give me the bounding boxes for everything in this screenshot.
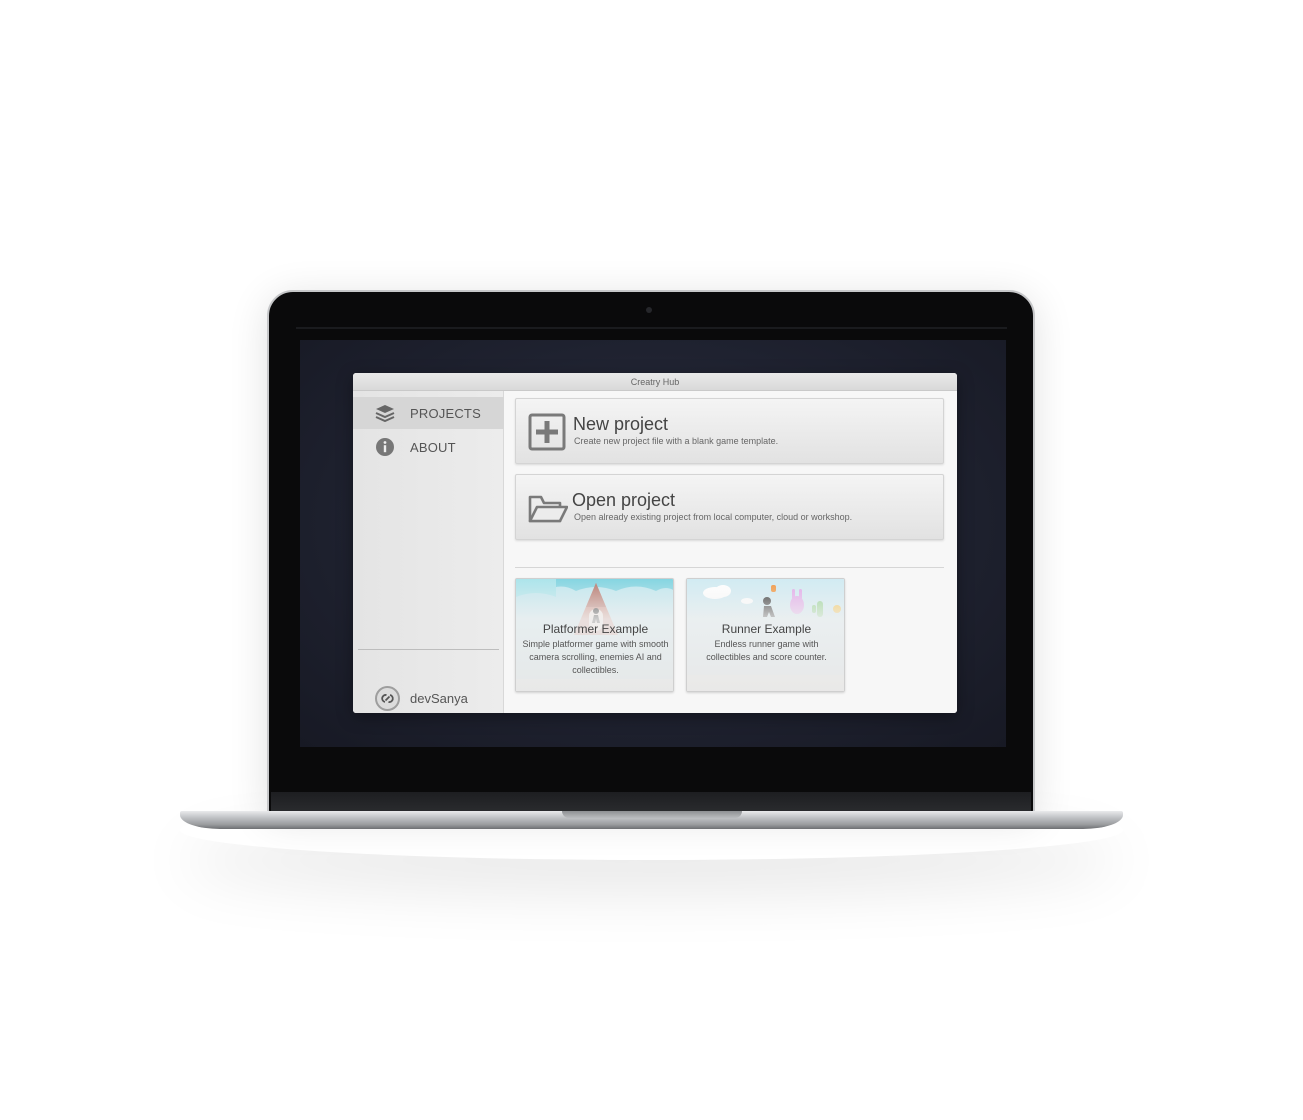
user-profile[interactable]: devSanya [353, 681, 504, 713]
example-description: Simple platformer game with smooth camer… [522, 639, 669, 675]
user-name: devSanya [410, 691, 468, 706]
open-project-description: Open already existing project from local… [574, 512, 853, 522]
laptop-notch [562, 811, 742, 818]
new-project-button[interactable]: New project Create new project file with… [515, 398, 944, 464]
bezel-edge [296, 327, 1007, 329]
section-divider [515, 567, 944, 568]
desktop-screen: Creatry Hub PROJECTS ABOUT devSanya New … [300, 340, 1006, 747]
new-project-description: Create new project file with a blank gam… [574, 436, 779, 446]
sidebar: PROJECTS ABOUT devSanya [353, 391, 504, 713]
example-title: Platformer Example [542, 622, 649, 636]
sidebar-item-label: ABOUT [410, 440, 456, 455]
runner-example-card[interactable]: Runner Example Endless runner game with … [686, 578, 845, 692]
folder-open-icon [528, 489, 569, 527]
example-title: Runner Example [721, 622, 812, 636]
sidebar-item-about[interactable]: ABOUT [353, 431, 504, 463]
laptop-chin [271, 792, 1031, 812]
sidebar-item-projects[interactable]: PROJECTS [353, 397, 504, 429]
platformer-example-card[interactable]: Platformer Example Simple platformer gam… [515, 578, 674, 692]
plus-box-icon [528, 413, 566, 451]
open-project-button[interactable]: Open project Open already existing proje… [515, 474, 944, 540]
open-project-title: Open project [572, 490, 676, 510]
example-description: Endless runner game with collectibles an… [706, 639, 827, 662]
info-icon [375, 438, 395, 456]
layers-icon [375, 404, 395, 422]
sidebar-divider [358, 649, 499, 650]
new-project-title: New project [573, 414, 669, 434]
app-window: Creatry Hub PROJECTS ABOUT devSanya New … [353, 373, 957, 713]
webcam [646, 307, 652, 313]
link-avatar-icon [375, 686, 400, 711]
sidebar-item-label: PROJECTS [410, 406, 481, 421]
window-title: Creatry Hub [353, 373, 957, 391]
projects-panel: New project Create new project file with… [504, 391, 957, 713]
